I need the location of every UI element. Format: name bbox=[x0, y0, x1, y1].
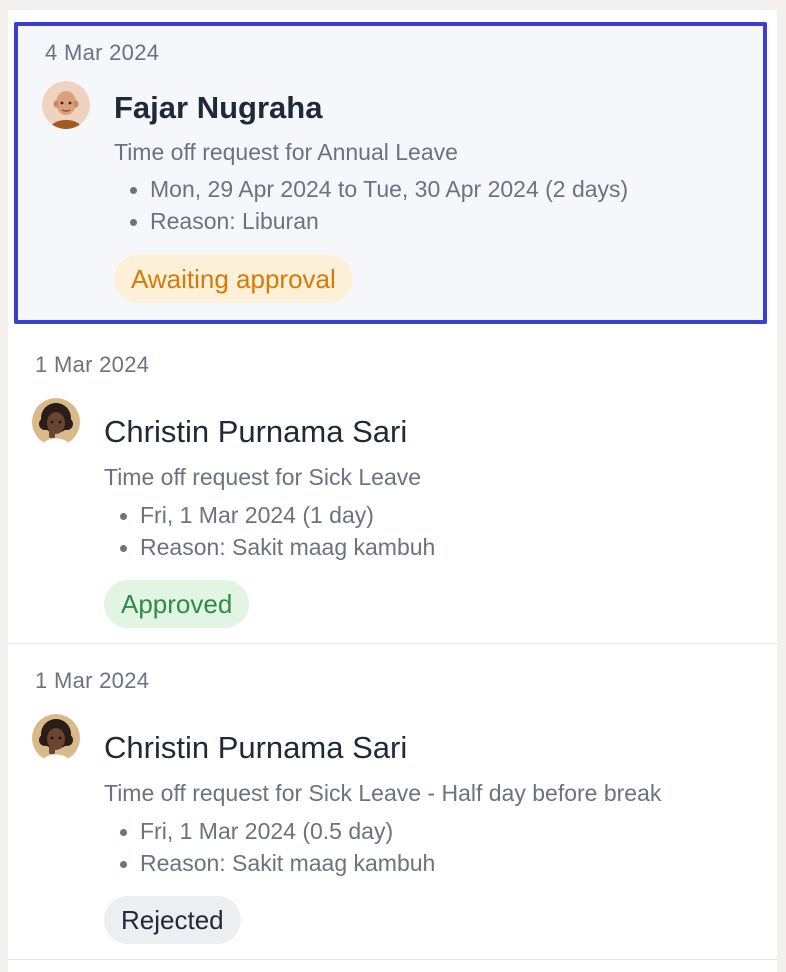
request-date: 1 Mar 2024 bbox=[35, 352, 150, 377]
request-reason: Reason: Sakit maag kambuh bbox=[114, 847, 435, 879]
memoji-curly-hair-woman-avatar bbox=[32, 398, 80, 446]
request-subtitle: Time off request for Sick Leave - Half d… bbox=[104, 780, 662, 806]
request-reason: Reason: Liburan bbox=[124, 205, 628, 237]
request-details: Fri, 1 Mar 2024 (0.5 day) Reason: Sakit … bbox=[114, 815, 435, 879]
time-off-request-card[interactable]: 1 Mar 2024 Christin Purnama Sari Time of… bbox=[8, 328, 777, 644]
request-details: Mon, 29 Apr 2024 to Tue, 30 Apr 2024 (2 … bbox=[124, 173, 628, 237]
status-badge-rejected: Rejected bbox=[104, 896, 241, 944]
memoji-curly-hair-woman-avatar bbox=[32, 714, 80, 762]
memoji-bald-man-avatar bbox=[42, 81, 90, 129]
time-off-request-card[interactable]: 4 Mar 2024 Fajar Nugraha Time off reques… bbox=[14, 22, 767, 324]
request-date-range: Fri, 1 Mar 2024 (1 day) bbox=[114, 499, 435, 531]
employee-name: Fajar Nugraha bbox=[114, 90, 323, 125]
time-off-request-feed: 4 Mar 2024 Fajar Nugraha Time off reques… bbox=[8, 10, 777, 972]
request-date: 4 Mar 2024 bbox=[45, 40, 160, 65]
request-date-range: Fri, 1 Mar 2024 (0.5 day) bbox=[114, 815, 435, 847]
request-reason: Reason: Sakit maag kambuh bbox=[114, 531, 435, 563]
employee-name: Christin Purnama Sari bbox=[104, 730, 408, 765]
request-date: 1 Mar 2024 bbox=[35, 668, 150, 693]
status-badge-approved: Approved bbox=[104, 580, 250, 628]
status-badge-awaiting: Awaiting approval bbox=[114, 255, 353, 303]
employee-name: Christin Purnama Sari bbox=[104, 414, 408, 449]
request-subtitle: Time off request for Annual Leave bbox=[114, 139, 458, 165]
time-off-request-card[interactable]: 1 Mar 2024 Christin Purnama Sari Time of… bbox=[8, 644, 777, 960]
request-subtitle: Time off request for Sick Leave bbox=[104, 464, 422, 490]
request-date-range: Mon, 29 Apr 2024 to Tue, 30 Apr 2024 (2 … bbox=[124, 173, 628, 205]
request-details: Fri, 1 Mar 2024 (1 day) Reason: Sakit ma… bbox=[114, 499, 435, 563]
